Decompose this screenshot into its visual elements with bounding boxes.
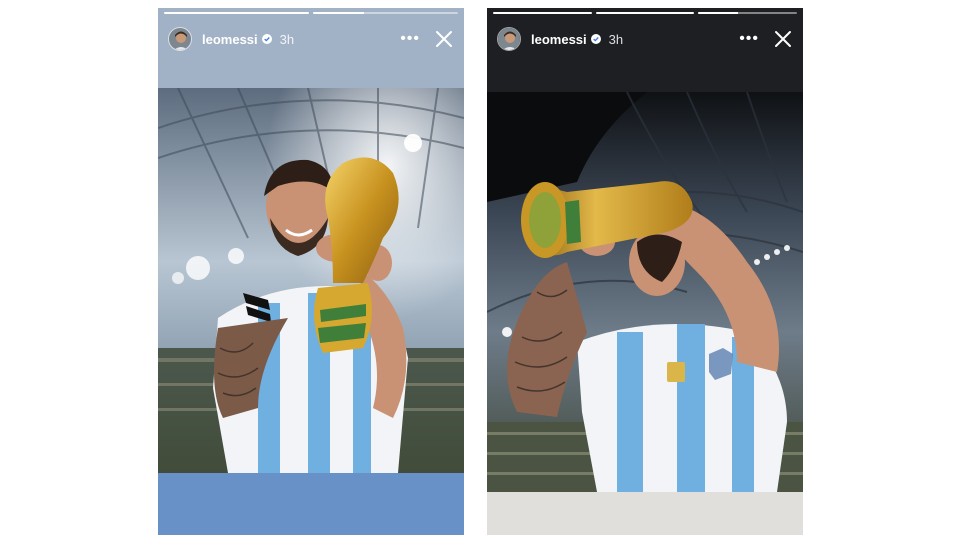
more-options-icon[interactable]: •••	[739, 31, 759, 47]
story-left[interactable]: leomessi 3h •••	[158, 8, 464, 535]
story-footer	[158, 473, 464, 535]
avatar[interactable]	[497, 27, 521, 51]
progress-segment	[164, 12, 309, 14]
story-progress-bar	[493, 12, 798, 14]
post-time: 3h	[608, 31, 624, 47]
progress-segment	[493, 12, 592, 14]
story-photo	[487, 92, 803, 492]
verified-badge-icon	[590, 34, 601, 44]
close-icon[interactable]	[773, 29, 793, 49]
more-options-icon[interactable]: •••	[400, 31, 420, 47]
progress-segment	[313, 12, 458, 14]
story-footer	[487, 492, 803, 535]
close-icon[interactable]	[434, 29, 454, 49]
story-comparison-canvas: leomessi 3h ••• leomessi 3h •••	[0, 0, 960, 540]
story-header: leomessi 3h •••	[158, 20, 464, 58]
story-progress-bar	[164, 12, 458, 14]
avatar[interactable]	[168, 27, 192, 51]
story-right[interactable]: leomessi 3h •••	[487, 8, 803, 535]
post-time: 3h	[279, 31, 295, 47]
story-photo	[158, 88, 464, 473]
story-header: leomessi 3h •••	[487, 20, 803, 58]
progress-segment	[698, 12, 798, 14]
verified-badge-icon	[261, 34, 272, 44]
username[interactable]: leomessi	[531, 32, 587, 47]
progress-segment	[595, 12, 695, 14]
username[interactable]: leomessi	[202, 32, 258, 47]
